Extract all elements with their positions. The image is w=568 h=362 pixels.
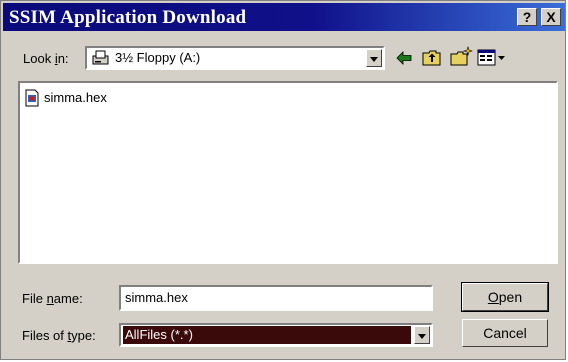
file-name-label: File name: — [22, 291, 83, 306]
back-arrow-icon[interactable] — [394, 48, 414, 68]
up-one-level-icon[interactable] — [421, 47, 443, 69]
file-type-dropdown-arrow[interactable] — [414, 326, 430, 344]
view-menu-icon[interactable] — [477, 48, 507, 68]
floppy-drive-icon — [91, 49, 111, 67]
hex-file-icon — [24, 89, 40, 107]
open-button[interactable]: Open — [461, 282, 549, 312]
file-type-label: Files of type: — [22, 328, 96, 343]
help-button[interactable]: ? — [517, 8, 537, 26]
look-in-value: 3½ Floppy (A:) — [115, 50, 201, 65]
title-bar[interactable]: SSIM Application Download ? X — [3, 3, 565, 31]
file-item-label: simma.hex — [44, 90, 107, 105]
dialog-title: SSIM Application Download — [9, 7, 247, 28]
close-button[interactable]: X — [541, 8, 561, 26]
cancel-button[interactable]: Cancel — [462, 319, 548, 347]
file-open-dialog: SSIM Application Download ? X Look in: 3… — [0, 0, 566, 360]
file-type-dropdown[interactable]: AllFiles (*.*) — [119, 323, 433, 347]
look-in-dropdown-arrow[interactable] — [366, 49, 382, 67]
file-type-value: AllFiles (*.*) — [125, 327, 193, 342]
file-name-input[interactable]: simma.hex — [119, 285, 433, 311]
look-in-label: Look in: — [23, 51, 69, 66]
file-list[interactable]: simma.hex — [18, 81, 558, 264]
look-in-dropdown[interactable]: 3½ Floppy (A:) — [85, 46, 385, 70]
create-new-folder-icon[interactable] — [449, 46, 473, 68]
file-name-value: simma.hex — [125, 290, 188, 305]
